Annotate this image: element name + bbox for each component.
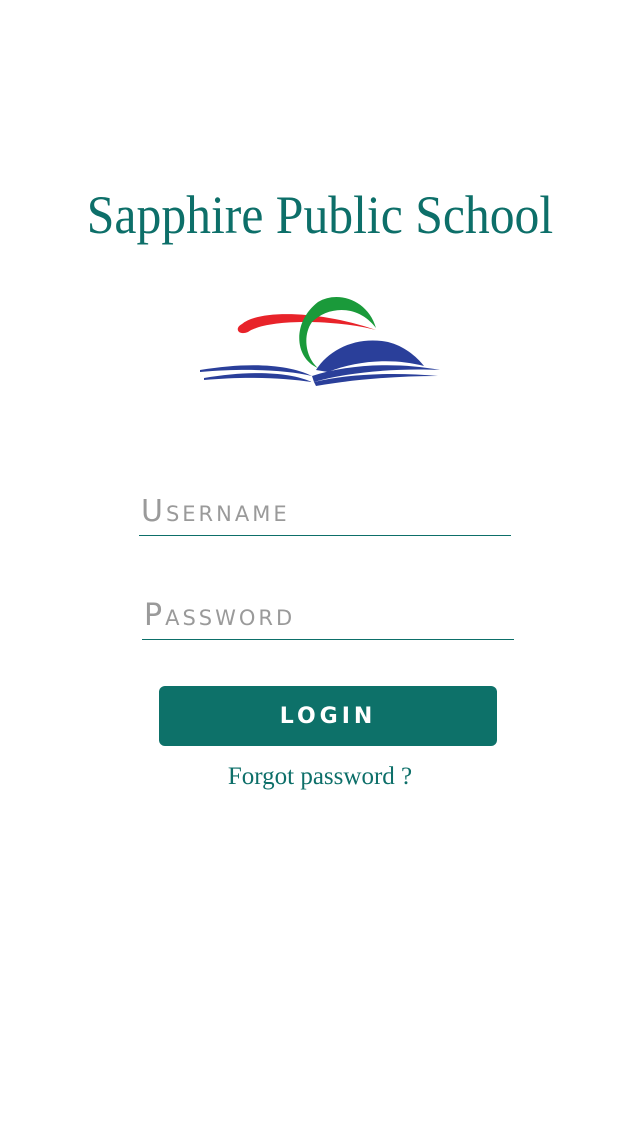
password-field: [142, 592, 514, 640]
password-underline: [142, 639, 514, 640]
username-input[interactable]: [139, 488, 511, 534]
username-underline: [139, 535, 511, 536]
school-logo: [200, 297, 440, 386]
school-title: Sapphire Public School: [86, 185, 554, 245]
password-input[interactable]: [142, 592, 514, 638]
forgot-password-link[interactable]: Forgot password ?: [0, 760, 640, 794]
login-button[interactable]: LOGIN: [159, 686, 497, 746]
username-field: [139, 488, 511, 536]
